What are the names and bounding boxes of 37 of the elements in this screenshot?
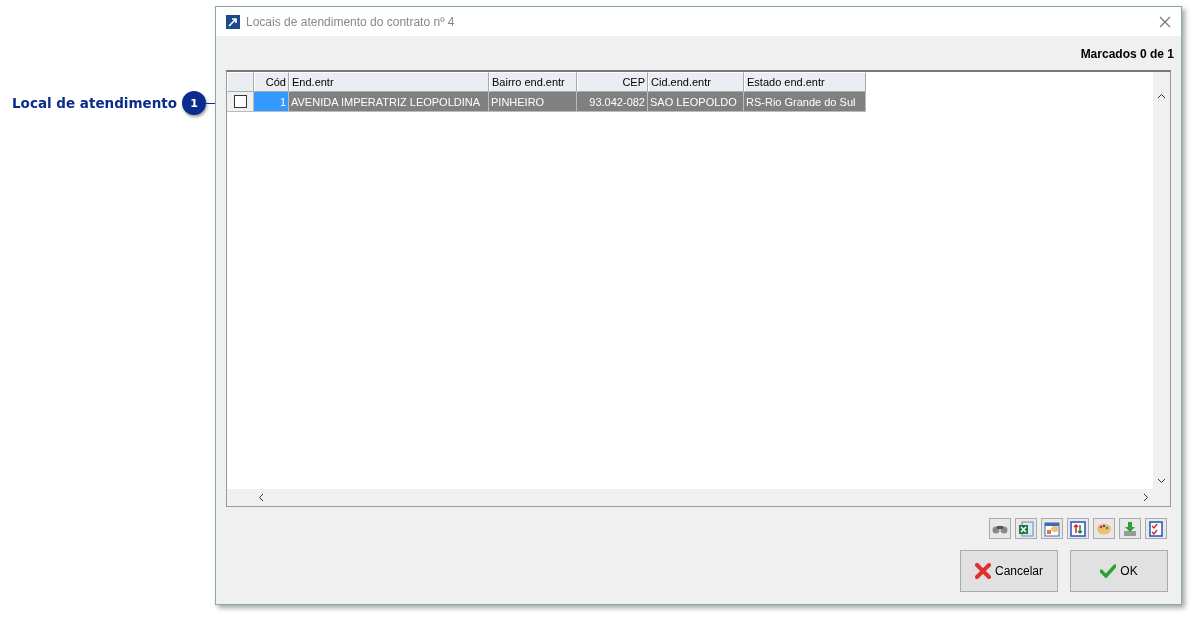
marked-counter: Marcados 0 de 1 xyxy=(1080,47,1174,61)
column-header[interactable]: Estado end.entr xyxy=(744,72,866,92)
table-cell: 1 xyxy=(254,92,289,112)
app-icon xyxy=(226,14,240,29)
column-header[interactable]: Cód xyxy=(254,72,289,92)
cancel-button[interactable]: Cancelar xyxy=(960,550,1058,592)
row-checkbox[interactable] xyxy=(233,95,247,108)
table-cell: PINHEIRO xyxy=(489,92,577,112)
callout-badge: 1 xyxy=(182,91,207,115)
table-cell: 93.042-082 xyxy=(577,92,648,112)
toolbar-button[interactable] xyxy=(1015,518,1037,539)
download-icon xyxy=(1122,520,1138,537)
checklist-icon xyxy=(1149,520,1163,537)
ok-button[interactable]: OK xyxy=(1070,550,1168,592)
table-hand-icon xyxy=(1044,520,1060,537)
column-header[interactable]: Bairro end.entr xyxy=(489,72,577,92)
toolbar-button[interactable] xyxy=(1093,518,1115,539)
palette-icon xyxy=(1096,521,1112,536)
toolbar-button[interactable] xyxy=(1145,518,1167,539)
close-icon[interactable] xyxy=(1159,15,1171,28)
checkmark-icon xyxy=(1100,564,1117,578)
leader-line xyxy=(206,102,215,104)
table-cell: SAO LEOPOLDO xyxy=(648,92,744,112)
window-title: Locais de atendimento do contrato nº 4 xyxy=(246,14,456,29)
column-header[interactable]: Cid.end.entr xyxy=(648,72,744,92)
column-header[interactable]: CEP xyxy=(577,72,648,92)
toolbar-button[interactable] xyxy=(1041,518,1063,539)
sort-icon xyxy=(1070,520,1086,537)
table-cell: RS-Rio Grande do Sul xyxy=(744,92,866,112)
callout-label: Local de atendimento xyxy=(12,95,178,111)
column-header[interactable]: End.entr xyxy=(289,72,489,92)
close-icon xyxy=(975,563,991,579)
table-cell: AVENIDA IMPERATRIZ LEOPOLDINA xyxy=(289,92,489,112)
spreadsheet-icon xyxy=(1018,520,1034,537)
toolbar-button[interactable] xyxy=(989,518,1011,539)
toolbar-button[interactable] xyxy=(1119,518,1141,539)
toolbar-button[interactable] xyxy=(1067,518,1089,539)
